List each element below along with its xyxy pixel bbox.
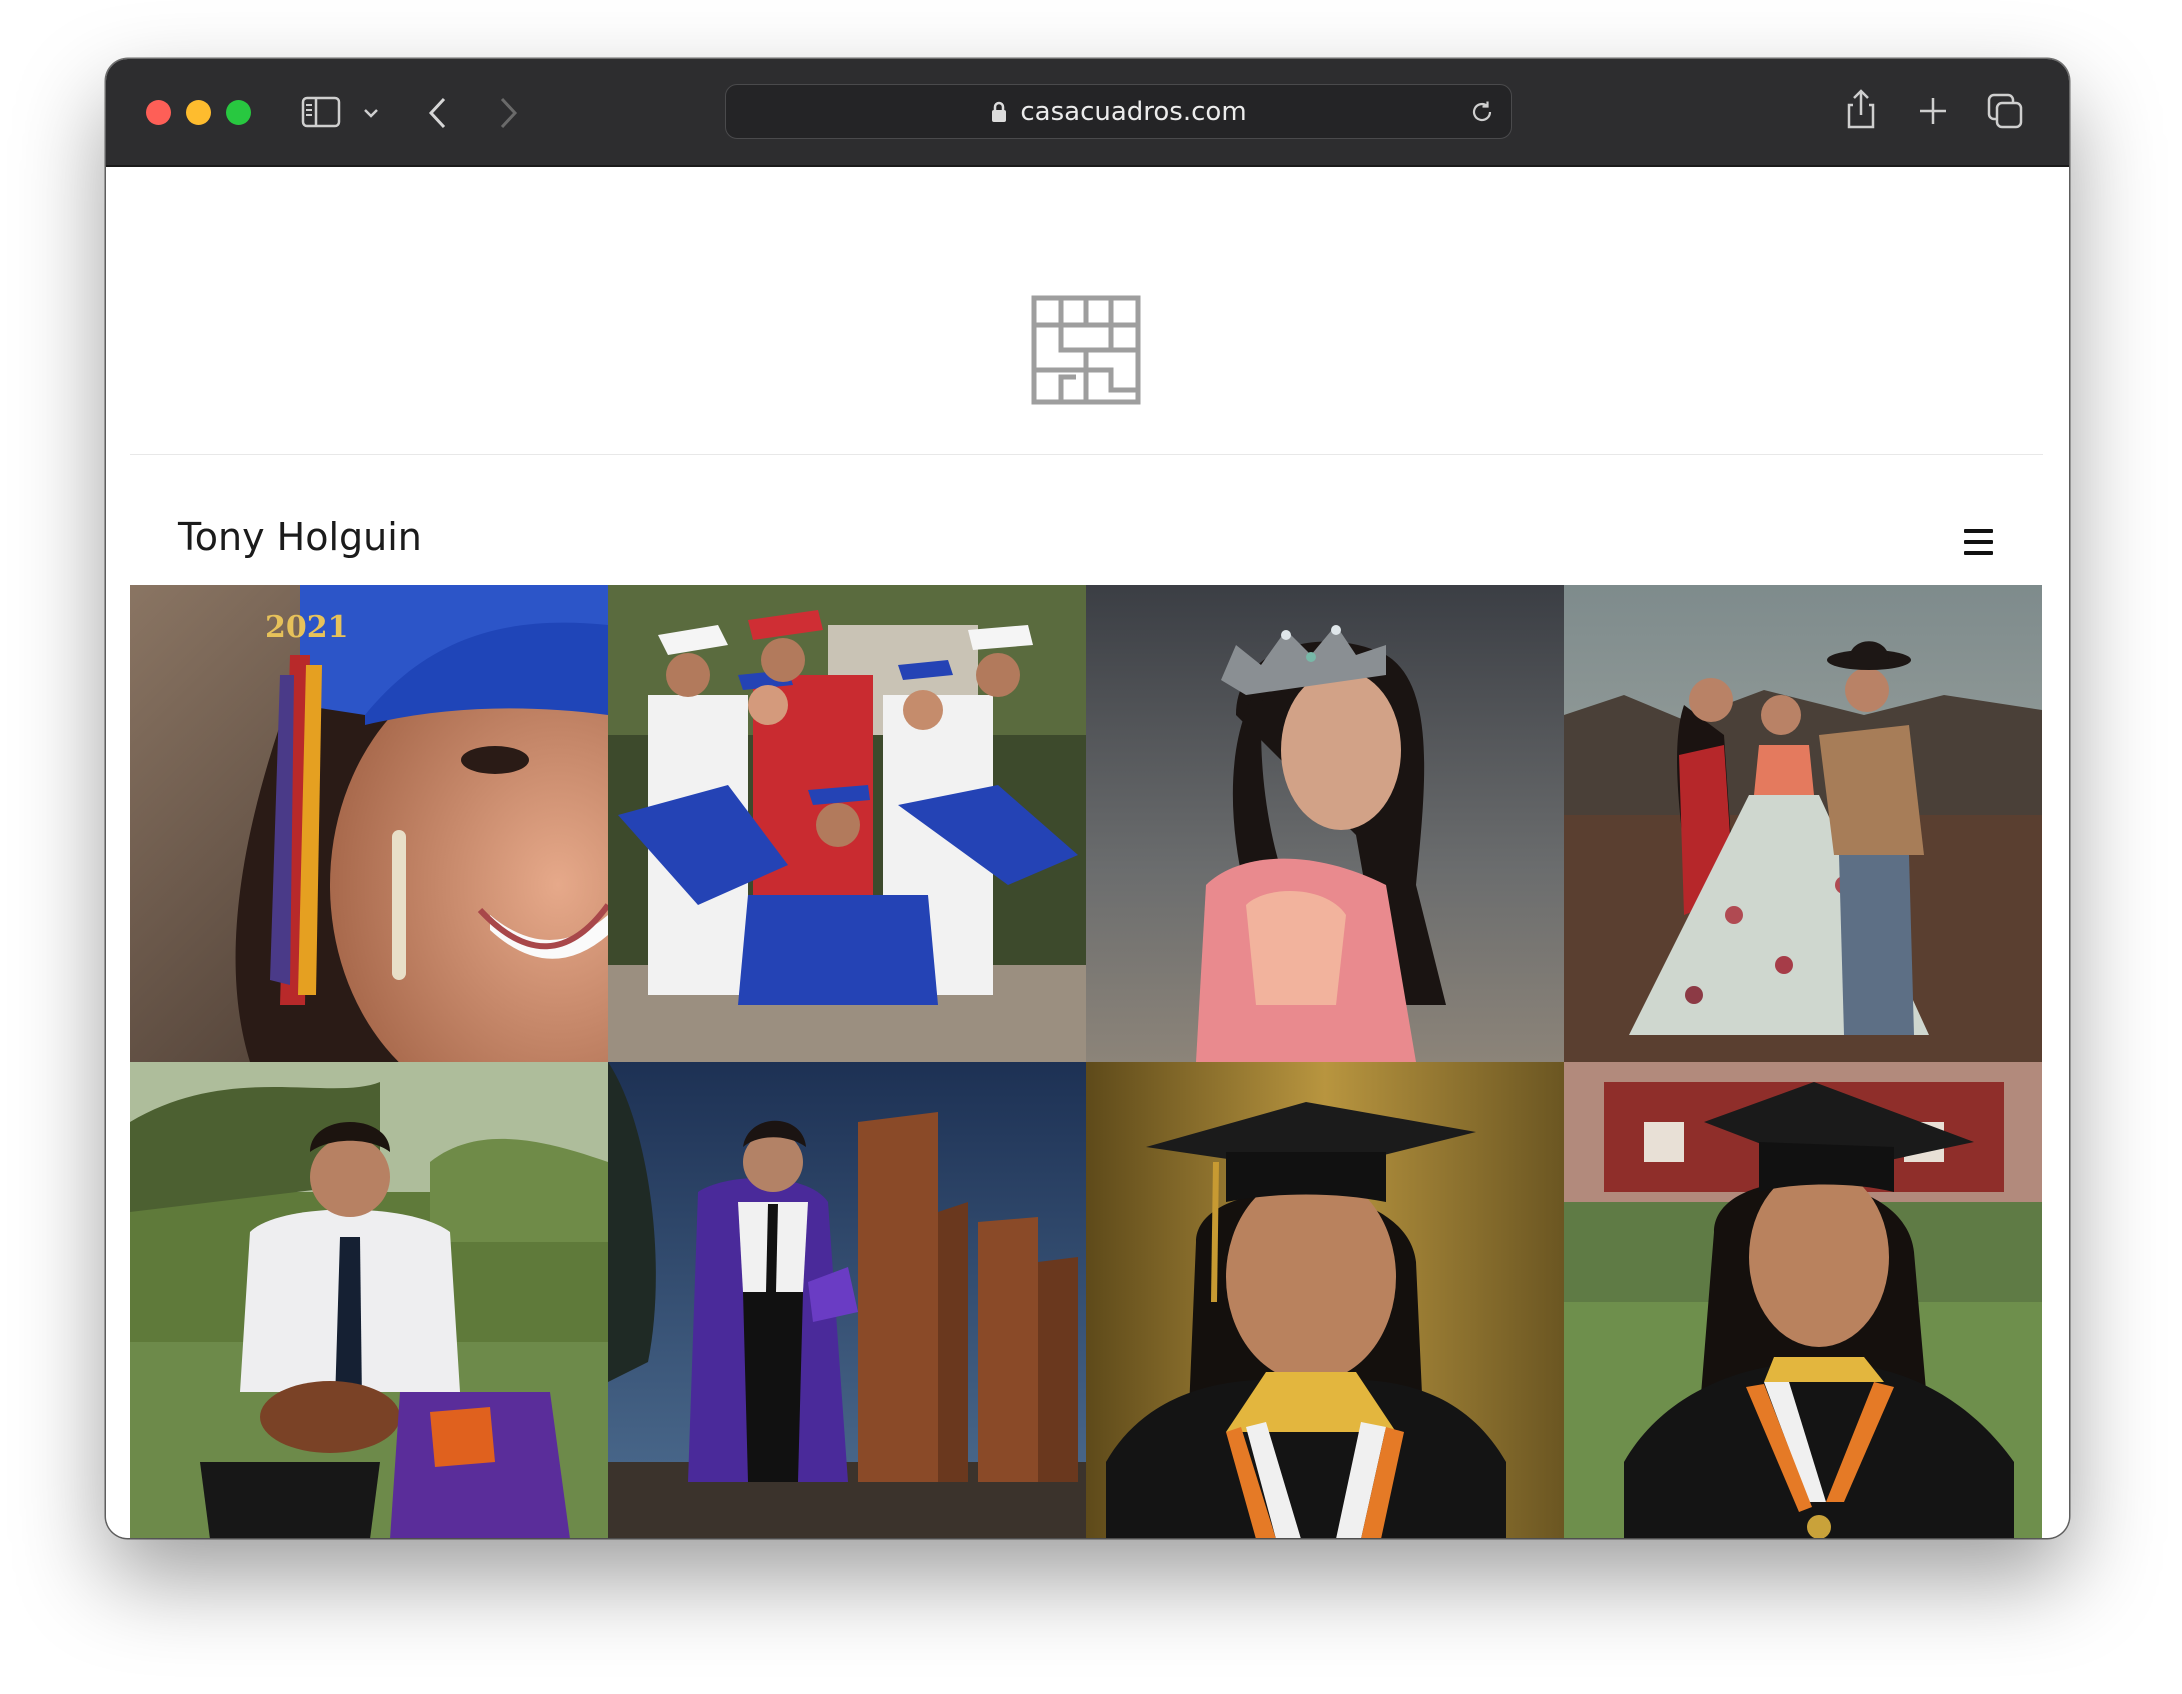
share-icon[interactable]: [1844, 87, 1878, 131]
tabs-overview-icon[interactable]: [1986, 92, 2024, 130]
photo-gallery: 2021: [130, 585, 2043, 1538]
browser-toolbar: casacuadros.com: [106, 59, 2069, 167]
back-icon[interactable]: [426, 95, 450, 131]
address-bar[interactable]: casacuadros.com: [725, 84, 1512, 139]
sidebar-icon[interactable]: [301, 95, 341, 129]
reload-icon[interactable]: [1469, 99, 1495, 125]
web-page: Tony Holguin 2021: [106, 167, 2069, 1538]
close-window-button[interactable]: [146, 100, 171, 125]
site-title[interactable]: Tony Holguin: [178, 515, 422, 559]
gallery-photo[interactable]: [1564, 585, 2042, 1062]
gallery-photo[interactable]: [608, 585, 1086, 1062]
hamburger-menu-icon[interactable]: [1964, 529, 1996, 557]
gallery-photo[interactable]: [608, 1062, 1086, 1538]
gallery-photo[interactable]: 2021: [130, 585, 608, 1062]
gallery-photo[interactable]: [130, 1062, 608, 1538]
lock-icon: [992, 101, 1007, 122]
forward-icon[interactable]: [496, 95, 520, 131]
url-text: casacuadros.com: [1020, 96, 1247, 127]
gallery-photo[interactable]: [1564, 1062, 2042, 1538]
new-tab-icon[interactable]: [1917, 95, 1949, 127]
chevron-down-icon[interactable]: [361, 103, 381, 123]
gallery-photo[interactable]: [1086, 585, 1564, 1062]
casa-cuadros-logo[interactable]: [1031, 295, 1141, 405]
gallery-photo[interactable]: [1086, 1062, 1564, 1538]
maximize-window-button[interactable]: [226, 100, 251, 125]
tassel-year-charm: 2021: [265, 610, 349, 645]
browser-window: casacuadros.com Tony Holguin 2021: [106, 59, 2069, 1538]
header-divider: [130, 454, 2043, 455]
minimize-window-button[interactable]: [186, 100, 211, 125]
